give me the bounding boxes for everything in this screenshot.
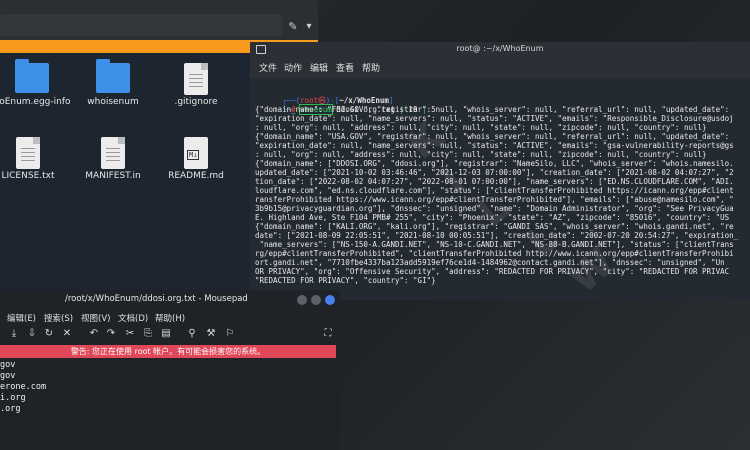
output-line: rg/epp#clientTransferProhibited", "clien… xyxy=(255,250,734,258)
output-line: "name_servers": ["NS-150-A.GANDI.NET", "… xyxy=(255,241,734,249)
terminal-title: root@ :~/x/WhoEnum xyxy=(456,44,544,53)
close-icon[interactable]: ✕ xyxy=(61,328,73,340)
root-warning-text: 警告: 您正在使用 root 帐户。有可能会损害您的系统。 xyxy=(70,347,266,356)
output-line: {"domain_name": "FBI.GOV", "registrar": … xyxy=(255,106,730,114)
file-manager-toolbar: ✎ ▾ xyxy=(0,0,318,40)
menu-help[interactable]: 帮助 xyxy=(362,61,380,74)
menu-search[interactable]: 搜索(S) xyxy=(44,312,73,324)
output-line: E. Highland Ave, Ste F104 PMB# 255", "ci… xyxy=(255,214,730,222)
undo-icon[interactable]: ↶ xyxy=(88,328,100,340)
output-line: : null, "org": null, "address": null, "c… xyxy=(255,151,707,159)
save-as-icon[interactable]: ⇩ xyxy=(26,328,38,340)
menu-document[interactable]: 文档(D) xyxy=(118,312,148,324)
menu-edit[interactable]: 编辑 xyxy=(310,61,328,74)
output-line: OR PRIVACY", "org": "Offensive Security"… xyxy=(255,268,730,276)
paste-icon[interactable]: ▤ xyxy=(160,328,172,340)
mousepad-window: /root/x/WhoEnum/ddosi.org.txt - Mousepad… xyxy=(0,290,340,450)
output-line: {"domain_name": "USA.GOV", "registrar": … xyxy=(255,133,730,141)
editor-line: gov xyxy=(0,371,16,381)
mousepad-menubar: 编辑(E) 搜索(S) 视图(V) 文档(D) 帮助(H) xyxy=(0,310,340,326)
text-file-icon xyxy=(16,137,40,169)
menu-actions[interactable]: 动作 xyxy=(284,61,302,74)
text-file-icon xyxy=(101,137,125,169)
output-line: 3b9b15@privacyguardian.org"], "dnssec": … xyxy=(255,205,734,213)
terminal-menubar: 文件 动作 编辑 查看 帮助 xyxy=(250,58,750,78)
menu-view[interactable]: 视图(V) xyxy=(81,312,110,324)
chevron-down-icon[interactable]: ▾ xyxy=(302,20,316,34)
cut-icon[interactable]: ✂ xyxy=(124,328,136,340)
mousepad-toolbar: ⤓ ⇩ ↻ ✕ ↶ ↷ ✂ ⎘ ▤ ⚲ ⚒ ⚐ ⛶ xyxy=(0,326,340,344)
text-file-icon xyxy=(184,63,208,95)
find-replace-icon[interactable]: ⚒ xyxy=(205,328,217,340)
output-line: loudflare.com", "ed.ns.cloudflare.com"],… xyxy=(255,187,734,195)
folder-icon xyxy=(96,59,130,93)
editor-line: i.org xyxy=(0,393,26,403)
output-line: ransferProhibited https://www.icann.org/… xyxy=(255,196,734,204)
menu-view[interactable]: 查看 xyxy=(336,61,354,74)
output-line: updated_date": ["2021-10-02 03:46:46", "… xyxy=(255,169,734,177)
mousepad-title: /root/x/WhoEnum/ddosi.org.txt - Mousepad xyxy=(65,294,248,304)
mousepad-titlebar: /root/x/WhoEnum/ddosi.org.txt - Mousepad xyxy=(0,290,340,310)
markdown-file-icon: M↓ xyxy=(184,137,208,169)
output-line: ort.gandi.net", "7710fbe4337ba123add5919… xyxy=(255,259,725,267)
output-line: date": ["2021-08-09 22:05:51", "2021-08-… xyxy=(255,232,739,240)
editor-line: gov xyxy=(0,360,16,370)
file-item[interactable]: .gitignore xyxy=(146,53,246,123)
terminal-output[interactable]: K I L L W ┌──(root㉿)-[~/x/WhoEnum] └─# w… xyxy=(250,78,750,300)
output-line: "REDACTED FOR PRIVACY", "country": "GI"} xyxy=(255,277,436,285)
find-icon[interactable]: ⚲ xyxy=(186,328,198,340)
reload-icon[interactable]: ↻ xyxy=(43,328,55,340)
folder-icon xyxy=(15,59,49,93)
menu-edit[interactable]: 编辑(E) xyxy=(7,312,36,324)
output-line: tion_date": ["2022-08-02 04:07:27", "202… xyxy=(255,178,734,186)
terminal-titlebar: root@ :~/x/WhoEnum xyxy=(250,42,750,58)
file-label: .gitignore xyxy=(174,97,218,107)
file-label: README.md xyxy=(168,171,224,181)
close-window-icon[interactable] xyxy=(325,295,335,305)
maximize-icon[interactable] xyxy=(311,295,321,305)
goto-icon[interactable]: ⚐ xyxy=(224,328,236,340)
minimize-icon[interactable] xyxy=(297,295,307,305)
fullscreen-icon[interactable]: ⛶ xyxy=(322,328,334,340)
menu-file[interactable]: 文件 xyxy=(259,61,277,74)
edit-location-icon[interactable]: ✎ xyxy=(286,20,300,34)
save-icon[interactable]: ⤓ xyxy=(8,328,20,340)
terminal-window: root@ :~/x/WhoEnum 文件 动作 编辑 查看 帮助 K I L … xyxy=(250,42,750,300)
root-warning-banner: 警告: 您正在使用 root 帐户。有可能会损害您的系统。 xyxy=(0,345,336,358)
menu-help[interactable]: 帮助(H) xyxy=(155,312,185,324)
output-line: "expiration_date": null, "name_servers":… xyxy=(255,115,734,123)
editor-line: erone.com xyxy=(0,382,47,392)
output-line: {"domain_name": ["DDOSI.ORG", "ddosi.org… xyxy=(255,160,734,168)
copy-icon[interactable]: ⎘ xyxy=(142,328,154,340)
redo-icon[interactable]: ↷ xyxy=(105,328,117,340)
output-line: {"domain_name": ["KALI.ORG", "kali.org"]… xyxy=(255,223,734,231)
text-editor-area[interactable]: gov gov erone.com i.org .org xyxy=(0,360,340,450)
location-bar[interactable] xyxy=(0,14,282,36)
file-item[interactable]: M↓ README.md xyxy=(146,127,246,197)
output-line: "expiration_date": null, "name_servers":… xyxy=(255,142,734,150)
output-line: : null, "org": null, "address": null, "c… xyxy=(255,124,707,132)
editor-line: .org xyxy=(0,404,21,414)
